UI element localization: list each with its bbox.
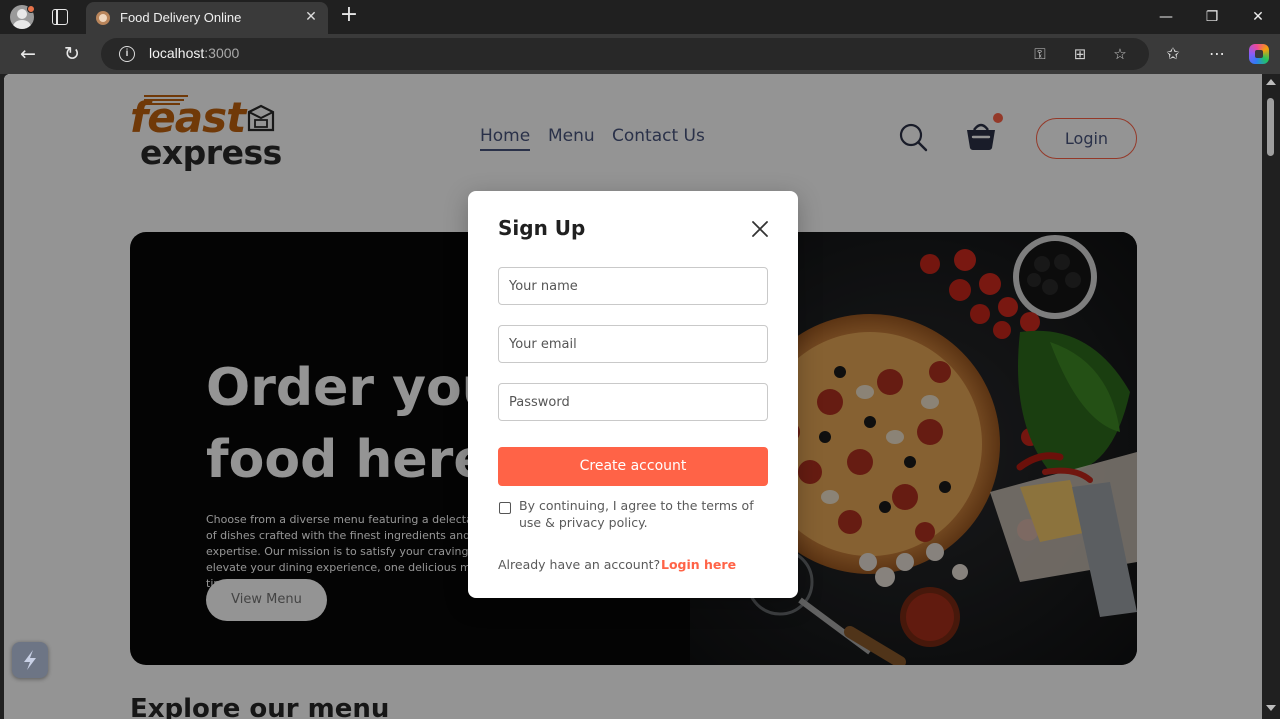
url-text: localhost:3000: [149, 45, 239, 61]
scroll-down-icon[interactable]: [1266, 705, 1276, 711]
floating-action-button[interactable]: [12, 642, 48, 678]
refresh-icon[interactable]: ↻: [60, 42, 84, 66]
tab-title: Food Delivery Online: [120, 10, 242, 25]
lightning-icon: [24, 650, 36, 670]
web-page: feast express Home Menu Contact Us Login: [4, 74, 1262, 719]
browser-toolbar: ← ↻ i localhost:3000 ⚿ ⊞ ☆ ✩ ⋯: [0, 34, 1280, 74]
more-options-icon[interactable]: ⋯: [1205, 42, 1229, 66]
signup-modal: Sign Up Create account By continuing, I …: [468, 191, 798, 598]
create-account-button[interactable]: Create account: [498, 447, 768, 486]
email-input[interactable]: [498, 325, 768, 363]
minimize-icon[interactable]: —: [1154, 6, 1178, 28]
key-icon[interactable]: ⚿: [1030, 44, 1050, 64]
password-input[interactable]: [498, 383, 768, 421]
close-icon[interactable]: [748, 217, 772, 241]
name-input[interactable]: [498, 267, 768, 305]
address-bar[interactable]: i localhost:3000 ⚿ ⊞ ☆: [101, 38, 1149, 70]
tab-close-icon[interactable]: ✕: [302, 8, 320, 26]
url-port: :3000: [204, 45, 240, 61]
modal-title: Sign Up: [498, 216, 586, 240]
already-account-text: Already have an account?: [498, 557, 661, 572]
new-tab-icon[interactable]: +: [338, 4, 360, 28]
favorites-list-icon[interactable]: ✩: [1161, 42, 1185, 66]
window-close-icon[interactable]: ✕: [1246, 6, 1270, 28]
copilot-icon[interactable]: [1249, 44, 1269, 64]
terms-text: By continuing, I agree to the terms of u…: [519, 498, 754, 530]
scroll-thumb[interactable]: [1267, 98, 1274, 156]
profile-notification-dot: [27, 5, 35, 13]
page-viewport: feast express Home Menu Contact Us Login: [4, 74, 1262, 719]
url-host: localhost: [149, 45, 205, 61]
site-info-icon[interactable]: i: [119, 46, 135, 62]
tab-actions-icon[interactable]: [52, 9, 68, 25]
favorite-star-icon[interactable]: ☆: [1110, 44, 1130, 64]
browser-tab-strip: Food Delivery Online ✕ + — ❐ ✕: [0, 0, 1280, 34]
apps-grid-icon[interactable]: ⊞: [1070, 44, 1090, 64]
vertical-scrollbar[interactable]: [1262, 74, 1280, 719]
scroll-up-icon[interactable]: [1266, 79, 1276, 85]
browser-tab[interactable]: Food Delivery Online ✕: [86, 2, 328, 34]
restore-icon[interactable]: ❐: [1200, 6, 1224, 28]
login-here-link[interactable]: Login here: [661, 557, 736, 572]
terms-checkbox[interactable]: [499, 502, 511, 514]
favicon-icon: [96, 11, 110, 25]
back-arrow-icon[interactable]: ←: [16, 42, 40, 66]
